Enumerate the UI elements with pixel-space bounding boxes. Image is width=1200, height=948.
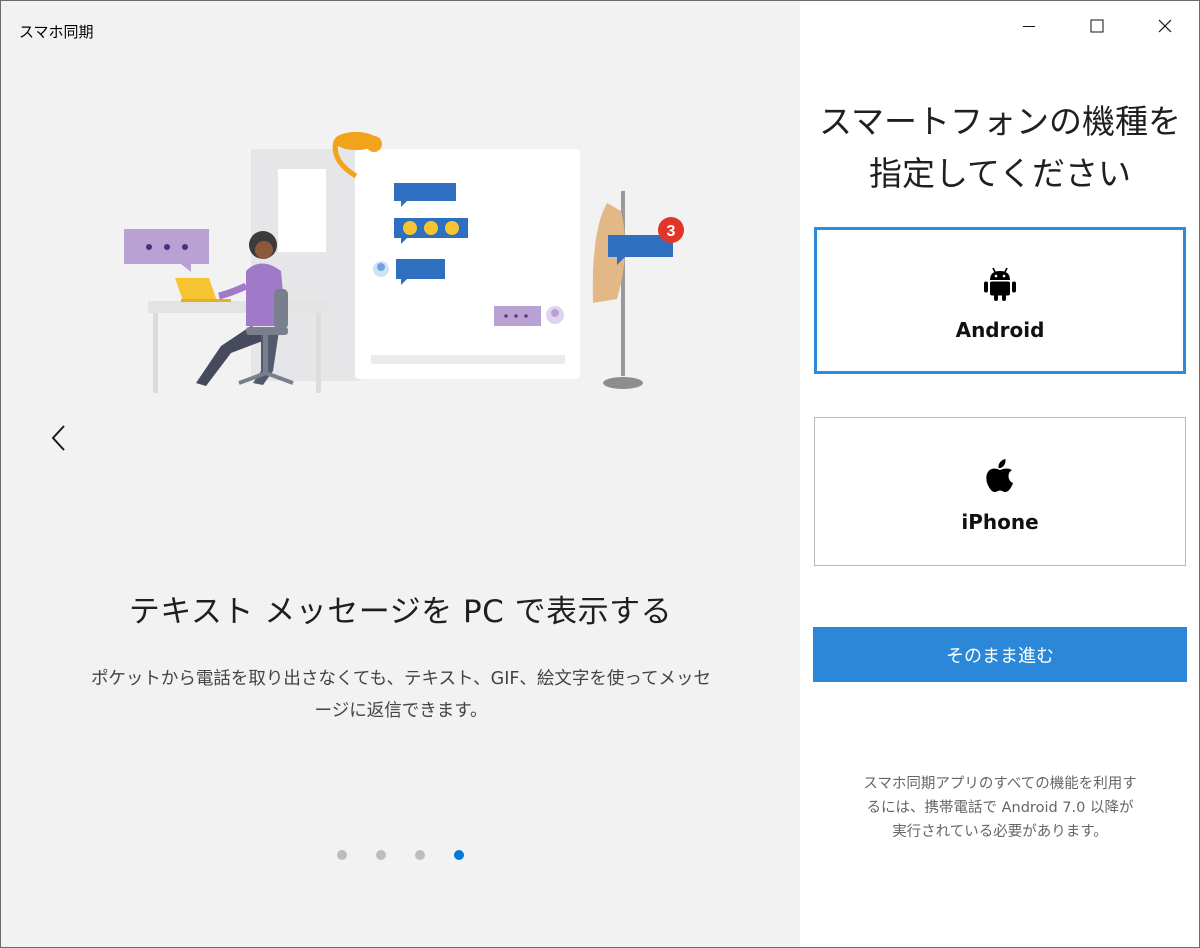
previous-slide-button[interactable]: [39, 416, 79, 460]
android-label: Android: [955, 318, 1045, 342]
iphone-option[interactable]: iPhone: [814, 417, 1186, 566]
app-window: スマホ同期 3 テキスト メッセージを PC で表示する ポケットから電話を取り…: [0, 0, 1200, 948]
minimize-icon: [1023, 26, 1035, 27]
maximize-icon: [1090, 19, 1104, 33]
apple-icon: [986, 459, 1013, 492]
android-icon: [984, 267, 1016, 301]
messaging-illustration: 3: [124, 132, 684, 393]
device-selection-heading: スマートフォンの機種を指定してください: [818, 102, 1181, 193]
slide-dot-active[interactable]: [454, 850, 464, 860]
slide-dot[interactable]: [376, 850, 386, 860]
iphone-label: iPhone: [961, 510, 1039, 534]
close-icon: [1158, 19, 1172, 33]
slide-dot[interactable]: [415, 850, 425, 860]
android-requirement-note: スマホ同期アプリのすべての機能を利用するには、携帯電話で Android 7.0…: [863, 776, 1137, 840]
slide-description: ポケットから電話を取り出さなくても、テキスト、GIF、絵文字を使ってメッセージに…: [90, 669, 712, 721]
chevron-left-icon: [51, 425, 65, 451]
maximize-button[interactable]: [1063, 1, 1131, 51]
android-option[interactable]: Android: [814, 227, 1186, 374]
slide-pagination: [337, 850, 464, 860]
slide-title: テキスト メッセージを PC で表示する: [128, 594, 673, 630]
window-title: スマホ同期: [19, 23, 94, 41]
continue-button[interactable]: そのまま進む: [813, 627, 1187, 682]
window-controls: [995, 1, 1199, 51]
minimize-button[interactable]: [995, 1, 1063, 51]
close-button[interactable]: [1131, 1, 1199, 51]
onboarding-pane: スマホ同期 3 テキスト メッセージを PC で表示する ポケットから電話を取り…: [1, 1, 800, 947]
notification-badge: 3: [667, 223, 676, 240]
slide-dot[interactable]: [337, 850, 347, 860]
setup-pane: スマートフォンの機種を指定してください Android iPhone そのまま進…: [800, 1, 1199, 947]
